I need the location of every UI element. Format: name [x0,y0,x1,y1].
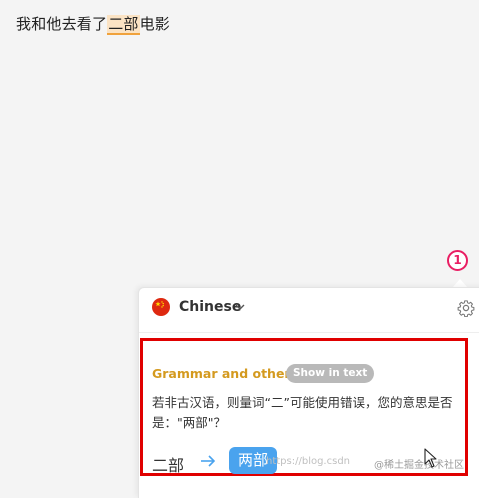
mouse-cursor-icon [424,448,437,468]
editor-text-after: 电影 [139,15,171,33]
chevron-down-icon[interactable] [235,303,245,311]
show-in-text-button[interactable]: Show in text [286,364,375,383]
panel-header: Chinese [139,288,479,332]
original-word: 二部 [152,456,185,475]
highlighted-error-word[interactable]: 二部 [107,15,140,35]
suggestion-message: 若非古汉语，则量词“二”可能使用错误，您的意思是否是："两部"？ [152,395,453,430]
editor-text[interactable]: 我和他去看了二部电影 [16,13,171,35]
arrow-right-icon [201,455,216,467]
watermark-brand: @稀土掘金技术社区 [374,460,464,471]
china-flag-icon [152,298,170,316]
panel-divider [139,332,479,333]
step-badge: 1 [447,250,468,271]
gear-icon[interactable] [457,299,475,317]
suggestion-category: Grammar and others [152,366,299,381]
editor-text-before: 我和他去看了 [16,15,108,33]
watermark-url: https://blog.csdn [266,456,351,467]
language-label[interactable]: Chinese [179,299,241,315]
